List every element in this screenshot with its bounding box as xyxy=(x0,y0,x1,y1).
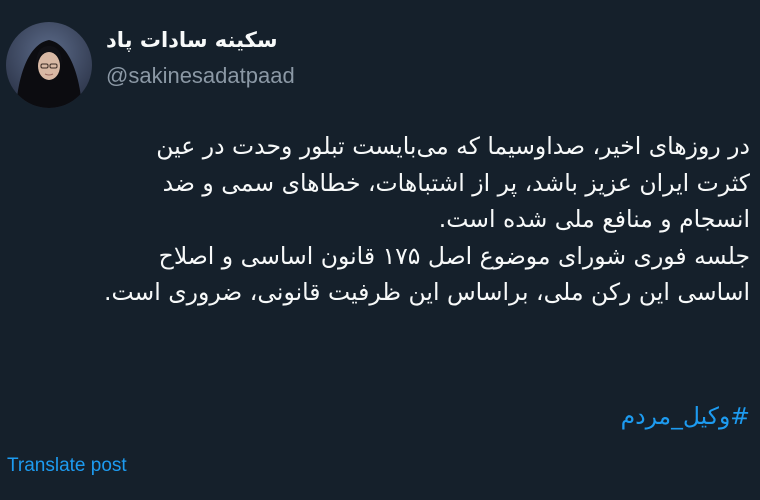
post-text-line: اساسی این رکن ملی، براساس این ظرفیت قانو… xyxy=(104,278,750,306)
post-container: سکینه سادات پاد @sakinesadatpaad در روزه… xyxy=(0,0,760,500)
author-handle[interactable]: @sakinesadatpaad xyxy=(106,60,446,92)
author-info: سکینه سادات پاد @sakinesadatpaad xyxy=(106,24,446,92)
post-text: در روزهای اخیر، صداوسیما که می‌بایست تبل… xyxy=(15,128,750,311)
profile-photo-icon xyxy=(6,22,92,108)
hashtag-link[interactable]: #وکیل_مردم xyxy=(621,398,750,434)
post-text-line: کثرت ایران عزیز باشد، پر از اشتباهات، خط… xyxy=(162,168,750,197)
author-display-name[interactable]: سکینه سادات پاد xyxy=(106,24,446,56)
post-text-line: در روزهای اخیر، صداوسیما که می‌بایست تبل… xyxy=(156,132,750,160)
avatar[interactable] xyxy=(6,22,92,108)
post-text-line: انسجام و منافع ملی شده است. xyxy=(438,205,750,233)
post-text-line: جلسه فوری شورای موضوع اصل ۱۷۵ قانون اساس… xyxy=(158,241,750,270)
translate-post-link[interactable]: Translate post xyxy=(7,452,127,480)
